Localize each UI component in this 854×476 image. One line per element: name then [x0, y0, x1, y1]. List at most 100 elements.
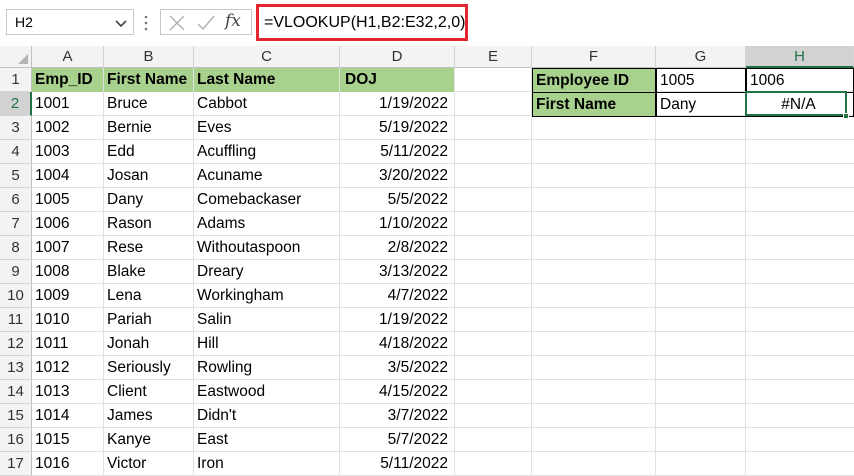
table-cell[interactable]: 1014: [32, 404, 103, 428]
more-options-icon[interactable]: [143, 13, 149, 33]
table-cell[interactable]: 5/11/2022: [340, 452, 454, 476]
table-cell[interactable]: 1008: [32, 260, 103, 284]
table-cell[interactable]: James: [104, 404, 193, 428]
table-header-cell[interactable]: Last Name: [194, 68, 339, 92]
table-cell[interactable]: 4/15/2022: [340, 380, 454, 404]
table-header-cell[interactable]: First Name: [104, 68, 193, 92]
table-cell[interactable]: 1/19/2022: [340, 92, 454, 116]
table-cell[interactable]: Adams: [194, 212, 339, 236]
table-cell[interactable]: Kanye: [104, 428, 193, 452]
chevron-down-icon[interactable]: [113, 15, 129, 31]
table-cell[interactable]: Withoutaspoon: [194, 236, 339, 260]
table-cell[interactable]: Blake: [104, 260, 193, 284]
table-cell[interactable]: 5/19/2022: [340, 116, 454, 140]
column-header-e[interactable]: E: [455, 46, 532, 68]
table-cell[interactable]: Edd: [104, 140, 193, 164]
insert-function-button[interactable]: fx: [225, 11, 245, 31]
row-header-2[interactable]: 2: [0, 92, 32, 116]
table-cell[interactable]: 3/7/2022: [340, 404, 454, 428]
table-cell[interactable]: Acuffling: [194, 140, 339, 164]
table-cell[interactable]: 1/10/2022: [340, 212, 454, 236]
row-header-16[interactable]: 16: [0, 428, 32, 452]
table-cell[interactable]: Didn't: [194, 404, 339, 428]
first-name-value-g[interactable]: Dany: [656, 92, 746, 117]
table-cell[interactable]: 1007: [32, 236, 103, 260]
table-cell[interactable]: Eastwood: [194, 380, 339, 404]
table-cell[interactable]: 1009: [32, 284, 103, 308]
table-header-cell[interactable]: DOJ: [340, 68, 454, 92]
column-header-f[interactable]: F: [532, 46, 656, 68]
table-cell[interactable]: Lena: [104, 284, 193, 308]
fill-handle[interactable]: [843, 113, 849, 119]
column-header-h[interactable]: H: [746, 46, 854, 68]
table-cell[interactable]: Comebackaser: [194, 188, 339, 212]
row-header-10[interactable]: 10: [0, 284, 32, 308]
table-cell[interactable]: Rowling: [194, 356, 339, 380]
table-cell[interactable]: Victor: [104, 452, 193, 476]
employee-id-label[interactable]: Employee ID: [532, 68, 656, 93]
table-cell[interactable]: 1003: [32, 140, 103, 164]
table-cell[interactable]: Workingham: [194, 284, 339, 308]
table-cell[interactable]: Rason: [104, 212, 193, 236]
row-header-5[interactable]: 5: [0, 164, 32, 188]
row-header-17[interactable]: 17: [0, 452, 32, 476]
table-cell[interactable]: 1004: [32, 164, 103, 188]
table-header-cell[interactable]: Emp_ID: [32, 68, 103, 92]
name-box[interactable]: H2: [6, 9, 134, 35]
row-header-13[interactable]: 13: [0, 356, 32, 380]
row-header-1[interactable]: 1: [0, 68, 32, 92]
table-cell[interactable]: 5/7/2022: [340, 428, 454, 452]
column-header-a[interactable]: A: [32, 46, 104, 68]
table-cell[interactable]: 1001: [32, 92, 103, 116]
table-cell[interactable]: 1011: [32, 332, 103, 356]
table-cell[interactable]: 1/19/2022: [340, 308, 454, 332]
employee-id-value-g[interactable]: 1005: [656, 68, 746, 93]
column-header-d[interactable]: D: [340, 46, 455, 68]
table-cell[interactable]: 1010: [32, 308, 103, 332]
row-header-9[interactable]: 9: [0, 260, 32, 284]
table-cell[interactable]: Seriously: [104, 356, 193, 380]
table-cell[interactable]: Hill: [194, 332, 339, 356]
table-cell[interactable]: 4/7/2022: [340, 284, 454, 308]
column-header-g[interactable]: G: [656, 46, 746, 68]
column-header-c[interactable]: C: [194, 46, 340, 68]
table-cell[interactable]: Dany: [104, 188, 193, 212]
table-cell[interactable]: Cabbot: [194, 92, 339, 116]
table-cell[interactable]: Bruce: [104, 92, 193, 116]
row-header-4[interactable]: 4: [0, 140, 32, 164]
table-cell[interactable]: Dreary: [194, 260, 339, 284]
table-cell[interactable]: Pariah: [104, 308, 193, 332]
table-cell[interactable]: 1006: [32, 212, 103, 236]
table-cell[interactable]: Salin: [194, 308, 339, 332]
table-cell[interactable]: 1015: [32, 428, 103, 452]
employee-id-value-h[interactable]: 1006: [746, 68, 854, 93]
row-header-11[interactable]: 11: [0, 308, 32, 332]
table-cell[interactable]: 1013: [32, 380, 103, 404]
row-header-8[interactable]: 8: [0, 236, 32, 260]
table-cell[interactable]: 1012: [32, 356, 103, 380]
table-cell[interactable]: 1016: [32, 452, 103, 476]
table-cell[interactable]: Josan: [104, 164, 193, 188]
column-header-b[interactable]: B: [104, 46, 194, 68]
table-cell[interactable]: 1005: [32, 188, 103, 212]
row-header-6[interactable]: 6: [0, 188, 32, 212]
table-cell[interactable]: East: [194, 428, 339, 452]
row-header-7[interactable]: 7: [0, 212, 32, 236]
table-cell[interactable]: 3/13/2022: [340, 260, 454, 284]
first-name-label[interactable]: First Name: [532, 92, 656, 117]
row-header-15[interactable]: 15: [0, 404, 32, 428]
table-cell[interactable]: 2/8/2022: [340, 236, 454, 260]
row-header-12[interactable]: 12: [0, 332, 32, 356]
table-cell[interactable]: Client: [104, 380, 193, 404]
table-cell[interactable]: Iron: [194, 452, 339, 476]
table-cell[interactable]: 1002: [32, 116, 103, 140]
table-cell[interactable]: 5/5/2022: [340, 188, 454, 212]
table-cell[interactable]: Bernie: [104, 116, 193, 140]
table-cell[interactable]: Rese: [104, 236, 193, 260]
enter-check-icon[interactable]: [196, 13, 216, 33]
table-cell[interactable]: Acuname: [194, 164, 339, 188]
table-cell[interactable]: Eves: [194, 116, 339, 140]
cancel-icon[interactable]: [167, 13, 187, 33]
table-cell[interactable]: 4/18/2022: [340, 332, 454, 356]
row-header-14[interactable]: 14: [0, 380, 32, 404]
